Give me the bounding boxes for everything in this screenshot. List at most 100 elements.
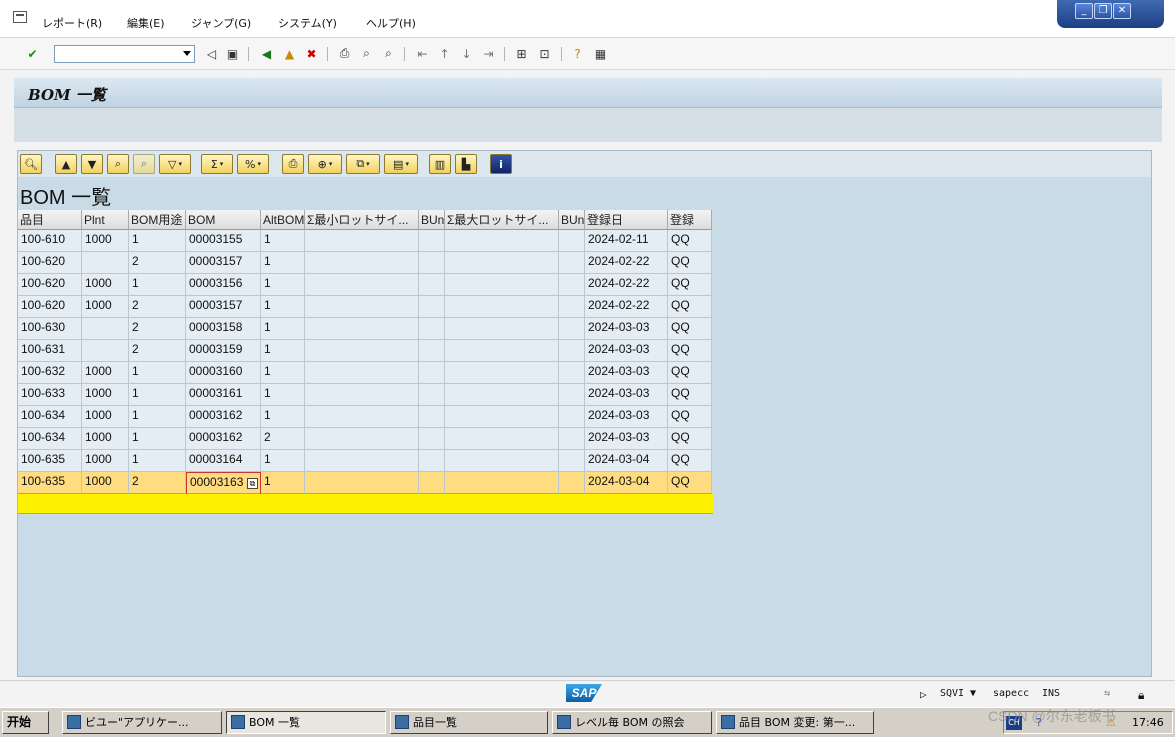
help-icon[interactable]: ? [569,45,586,62]
previous-page-icon[interactable]: ↑ [436,45,453,62]
table-cell[interactable]: QQ [668,340,712,362]
table-cell[interactable]: 1 [261,362,305,384]
column-header[interactable]: 登録 [668,210,712,230]
menu-report[interactable]: レポート(R) [42,15,102,31]
graphic-icon[interactable]: ▙ [455,154,477,174]
table-cell[interactable]: QQ [668,230,712,252]
table-cell[interactable] [419,362,445,384]
table-cell[interactable]: 100-634 [18,406,82,428]
table-cell[interactable]: 00003158 [186,318,261,340]
table-cell[interactable]: 2 [129,318,186,340]
table-cell[interactable]: 100-620 [18,274,82,296]
table-cell[interactable] [419,296,445,318]
table-cell[interactable]: QQ [668,428,712,450]
table-cell[interactable] [445,362,559,384]
table-cell[interactable]: 1000 [82,274,129,296]
table-cell[interactable]: 00003162 [186,428,261,450]
table-cell[interactable]: 1000 [82,472,129,494]
column-header[interactable]: BUn [559,210,585,230]
table-cell[interactable] [82,340,129,362]
table-cell[interactable]: 2 [129,252,186,274]
system-menu-icon[interactable] [13,11,27,23]
table-cell[interactable] [559,450,585,472]
table-cell[interactable] [559,296,585,318]
column-header[interactable]: BUn [419,210,445,230]
table-cell[interactable]: 100-634 [18,428,82,450]
table-cell[interactable] [559,230,585,252]
find-icon[interactable]: ⌕ [107,154,129,174]
export-icon[interactable]: ⊕ ▾ [308,154,342,174]
table-cell[interactable]: 2 [129,296,186,318]
last-page-icon[interactable]: ⇥ [480,45,497,62]
table-cell[interactable]: 1 [129,274,186,296]
table-cell[interactable]: QQ [668,296,712,318]
table-cell[interactable] [305,252,419,274]
table-cell[interactable]: 100-620 [18,252,82,274]
chevron-down-icon[interactable] [183,51,191,56]
table-cell[interactable] [305,362,419,384]
table-cell[interactable]: 2024-03-03 [585,428,668,450]
table-cell[interactable]: 2024-03-04 [585,472,668,494]
next-page-icon[interactable]: ↓ [458,45,475,62]
menu-goto[interactable]: ジャンプ(G) [191,15,251,31]
table-cell[interactable] [82,318,129,340]
table-cell[interactable] [445,406,559,428]
minimize-icon[interactable]: _ [1075,3,1093,19]
table-cell[interactable]: 1000 [82,230,129,252]
table-cell[interactable]: 2024-03-03 [585,340,668,362]
table-cell[interactable] [419,274,445,296]
table-cell[interactable]: 1 [261,252,305,274]
table-cell[interactable] [419,406,445,428]
views-icon[interactable]: ▤ ▾ [384,154,418,174]
table-cell[interactable] [559,318,585,340]
table-cell[interactable]: 100-633 [18,384,82,406]
table-cell[interactable]: 1 [261,450,305,472]
task-bom-change[interactable]: 品目 BOM 変更: 第一... [716,711,874,734]
table-cell[interactable]: 2024-03-03 [585,318,668,340]
table-cell[interactable]: 2024-02-22 [585,274,668,296]
table-cell[interactable]: 100-620 [18,296,82,318]
table-cell[interactable] [559,472,585,494]
table-cell[interactable] [419,340,445,362]
column-header[interactable]: Plnt [82,210,129,230]
table-cell[interactable]: 1 [129,450,186,472]
table-cell[interactable] [559,274,585,296]
menu-help[interactable]: ヘルプ(H) [366,15,416,31]
table-cell[interactable] [445,428,559,450]
table-cell[interactable] [445,450,559,472]
table-cell[interactable] [559,406,585,428]
table-cell[interactable] [305,274,419,296]
table-cell[interactable] [305,296,419,318]
cancel-icon[interactable]: ✖ [303,45,320,62]
column-header[interactable]: BOM用途 [129,210,186,230]
table-cell[interactable]: 2 [261,428,305,450]
table-cell[interactable] [305,450,419,472]
save-icon[interactable]: ▣ [224,45,241,62]
print-icon[interactable]: ⎙ [336,45,353,62]
details-icon[interactable]: 🔍︎ [20,154,42,174]
table-cell[interactable] [445,384,559,406]
sort-ascending-icon[interactable]: ▲ [55,154,77,174]
info-icon[interactable]: i [490,154,512,174]
restore-icon[interactable]: ❐ [1094,3,1112,19]
table-cell[interactable]: 2024-03-04 [585,450,668,472]
table-cell[interactable]: 1 [261,340,305,362]
table-cell[interactable] [305,318,419,340]
table-cell[interactable]: 1 [129,406,186,428]
table-cell[interactable]: 1 [261,472,305,494]
table-cell[interactable]: QQ [668,384,712,406]
print-preview-icon[interactable]: ⎙ [282,154,304,174]
table-cell[interactable]: 100-631 [18,340,82,362]
back-arrow-icon[interactable]: ◁ [203,45,220,62]
table-cell[interactable]: QQ [668,274,712,296]
table-cell[interactable]: 1 [261,274,305,296]
table-cell[interactable]: 1 [261,230,305,252]
table-cell[interactable]: 100-635 [18,472,82,494]
table-cell[interactable] [559,428,585,450]
table-cell[interactable] [419,384,445,406]
exit-icon[interactable]: ▲ [281,45,298,62]
table-cell[interactable] [559,384,585,406]
table-cell[interactable] [305,340,419,362]
menu-edit[interactable]: 編集(E) [127,15,165,31]
task-bom-level[interactable]: レベル毎 BOM の照会 [552,711,712,734]
